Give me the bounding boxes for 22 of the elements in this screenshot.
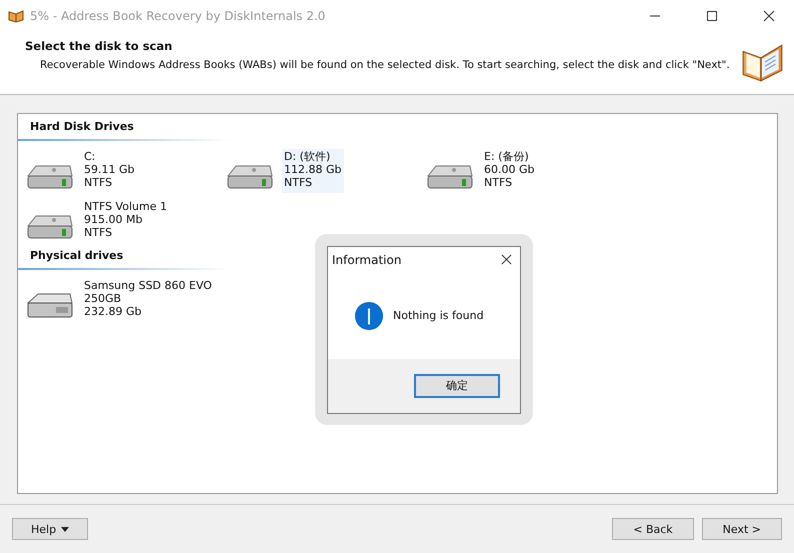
book-icon bbox=[8, 8, 24, 24]
caret-icon bbox=[61, 526, 70, 532]
back-button[interactable]: < Back bbox=[612, 518, 694, 540]
maximize-icon[interactable] bbox=[706, 10, 718, 22]
close-icon[interactable] bbox=[763, 10, 775, 22]
drive-item[interactable]: E: (备份) 60.00 Gb NTFS bbox=[482, 149, 536, 193]
close-icon[interactable] bbox=[501, 254, 512, 265]
drive-item[interactable]: C: 59.11 Gb NTFS bbox=[82, 149, 136, 193]
help-button[interactable]: Help bbox=[12, 518, 88, 540]
info-icon bbox=[354, 300, 384, 330]
group-heading: Hard Disk Drives bbox=[18, 118, 322, 141]
window-title: 5% - Address Book Recovery by DiskInternals 2.0 bbox=[30, 9, 326, 23]
drive-item[interactable]: NTFS Volume 1 915.00 Mb NTFS bbox=[82, 199, 169, 243]
drive-item[interactable]: D: (软件) 112.88 Gb NTFS bbox=[282, 149, 344, 193]
page-title: Select the disk to scan bbox=[25, 39, 174, 53]
dialog-title: Information bbox=[332, 252, 402, 266]
dialog-message: Nothing is found bbox=[393, 309, 484, 322]
next-button[interactable]: Next > bbox=[702, 518, 782, 540]
ok-button[interactable]: 确定 bbox=[414, 374, 500, 398]
page-description: Recoverable Windows Address Books (WABs) will be found on the selected disk. To start searching, select the disk and click "Next". bbox=[39, 59, 730, 71]
disk-drive-icon bbox=[26, 291, 74, 319]
drive-item[interactable]: Samsung SSD 860 EVO 250GB 232.89 Gb bbox=[82, 278, 214, 322]
